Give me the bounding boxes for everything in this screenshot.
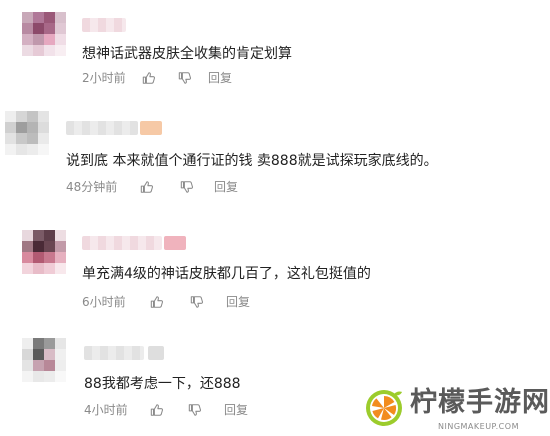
avatar[interactable] <box>22 230 66 274</box>
watermark-subtitle: NINGMAKEUP.COM <box>438 422 519 431</box>
comment-text: 单充满4级的神话皮肤都几百了，这礼包挺值的 <box>82 266 371 282</box>
comment-text: 想神话武器皮肤全收集的肯定划算 <box>82 46 292 62</box>
lemon-logo-icon <box>366 390 402 426</box>
thumbs-down-icon[interactable] <box>190 295 204 309</box>
reply-button[interactable]: 回复 <box>226 294 250 310</box>
avatar[interactable] <box>22 338 66 382</box>
username[interactable] <box>82 236 162 250</box>
timestamp: 6小时前 <box>82 295 126 309</box>
reply-button[interactable]: 回复 <box>224 402 248 418</box>
user-badge <box>164 236 186 250</box>
comment-meta: 4小时前 回复 <box>84 402 344 418</box>
comment-meta: 48分钟前 回复 <box>66 179 326 195</box>
timestamp: 48分钟前 <box>66 180 118 194</box>
thumbs-up-icon[interactable] <box>140 180 154 194</box>
comment-text: 88我都考虑一下，还888 <box>84 376 241 392</box>
comment-meta: 6小时前 回复 <box>82 294 342 310</box>
reply-button[interactable]: 回复 <box>214 179 238 195</box>
timestamp: 4小时前 <box>84 403 128 417</box>
thumbs-down-icon[interactable] <box>178 71 192 85</box>
timestamp: 2小时前 <box>82 71 126 85</box>
username[interactable] <box>82 18 126 32</box>
thumbs-up-icon[interactable] <box>150 295 164 309</box>
thumbs-down-icon[interactable] <box>180 180 194 194</box>
reply-button[interactable]: 回复 <box>208 70 232 86</box>
comment-item: 单充满4级的神话皮肤都几百了，这礼包挺值的 6小时前 回复 <box>0 220 550 320</box>
username[interactable] <box>84 346 144 360</box>
comment-item: 说到底 本来就值个通行证的钱 卖888就是试探玩家底线的。 48分钟前 回复 <box>0 105 550 200</box>
thumbs-up-icon[interactable] <box>142 71 156 85</box>
site-watermark: 柠檬手游网 NINGMAKEUP.COM <box>362 386 550 436</box>
avatar[interactable] <box>22 12 66 56</box>
username[interactable] <box>66 121 138 135</box>
watermark-title: 柠檬手游网 <box>410 387 550 418</box>
thumbs-down-icon[interactable] <box>188 403 202 417</box>
comment-item: 想神话武器皮肤全收集的肯定划算 2小时前 回复 <box>0 0 550 95</box>
comment-text: 说到底 本来就值个通行证的钱 卖888就是试探玩家底线的。 <box>66 153 438 169</box>
avatar[interactable] <box>5 111 49 155</box>
comment-meta: 2小时前 回复 <box>82 70 342 86</box>
user-badge <box>140 121 162 135</box>
thumbs-up-icon[interactable] <box>150 403 164 417</box>
user-badge <box>148 346 164 360</box>
